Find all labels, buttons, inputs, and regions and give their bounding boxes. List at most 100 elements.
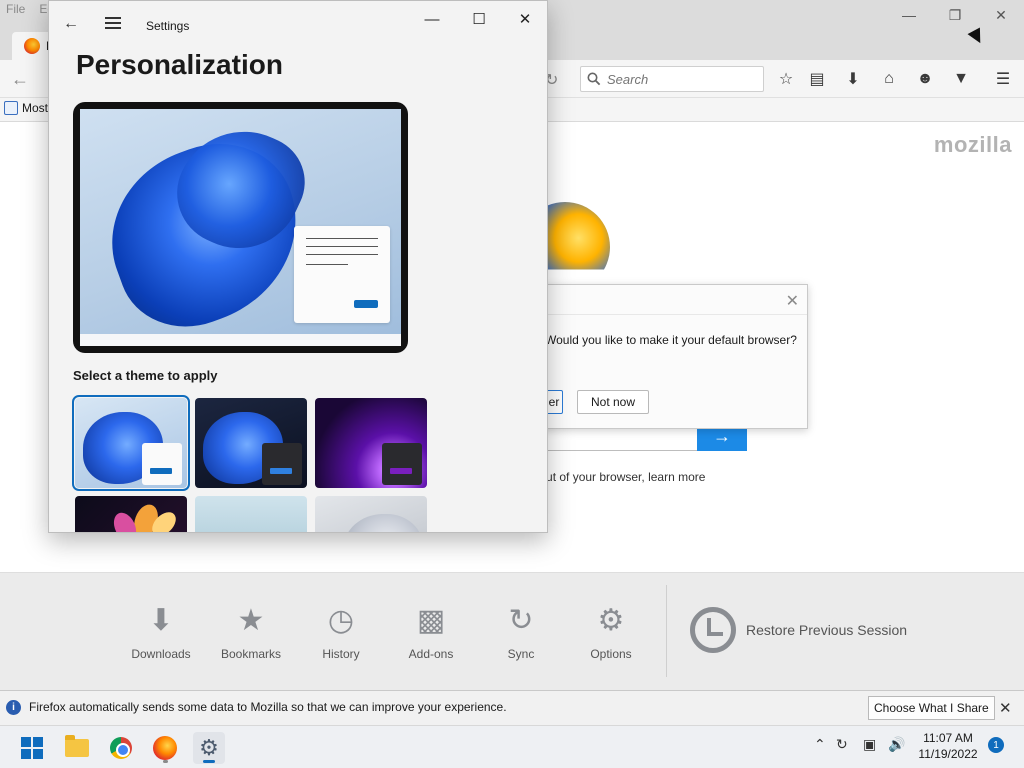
preview-wallpaper	[80, 109, 401, 346]
volume-icon[interactable]: 🔊	[888, 736, 905, 753]
restore-icon[interactable]: ❐	[932, 4, 978, 26]
firefox-menubar: File Ed	[6, 2, 54, 16]
themes-section-label: Select a theme to apply	[73, 368, 218, 383]
preview-taskbar	[80, 334, 401, 346]
close-icon[interactable]: ✕	[978, 4, 1024, 26]
puzzle-icon: ▩	[416, 604, 446, 637]
folder-icon	[65, 735, 89, 757]
preview-line	[306, 246, 378, 247]
infobar-message: Firefox automatically sends some data to…	[29, 700, 507, 714]
window-title: Settings	[146, 19, 190, 33]
theme-glow[interactable]	[315, 398, 427, 488]
launcher-options[interactable]: ⚙ Options	[571, 603, 651, 661]
reading-list-icon[interactable]: ▤	[805, 68, 829, 90]
pocket-icon[interactable]: ▼	[949, 68, 973, 90]
default-browser-dialog: ✕ Would you like to make it your default…	[520, 284, 808, 429]
windows-taskbar: ⚙ ⌃ ↻ ▣ 🔊 11:07 AM 11/19/2022 1	[0, 725, 1024, 768]
gear-icon: ⚙	[199, 735, 219, 760]
theme-flow[interactable]	[315, 496, 427, 532]
minimize-icon[interactable]: —	[415, 9, 449, 29]
home-icon[interactable]: ⌂	[877, 68, 901, 90]
preview-line	[306, 238, 378, 239]
clock-icon: ◷	[327, 604, 355, 637]
close-icon[interactable]: ✕	[786, 291, 799, 311]
running-indicator	[163, 760, 168, 763]
back-arrow-icon[interactable]: ←	[63, 15, 79, 33]
start-button[interactable]	[16, 732, 48, 764]
restore-session-button[interactable]: Restore Previous Session	[690, 607, 907, 653]
theme-accent-sample	[390, 468, 412, 474]
search-icon	[587, 72, 601, 86]
launcher-label: Bookmarks	[220, 647, 282, 661]
launcher-label: Add-ons	[408, 647, 454, 661]
launcher-label: Options	[590, 647, 632, 661]
search-input[interactable]	[607, 71, 757, 87]
update-icon[interactable]: ↻	[836, 736, 848, 753]
launcher-addons[interactable]: ▩ Add-ons	[391, 603, 471, 661]
bookmark-folder-icon	[4, 101, 18, 115]
hamburger-menu-icon[interactable]: ☰	[991, 68, 1015, 90]
download-icon: ⬇	[148, 604, 174, 637]
firefox-tab-icon	[24, 38, 40, 54]
network-icon[interactable]: ▣	[863, 736, 876, 753]
minimize-icon[interactable]: —	[886, 4, 932, 26]
dialog-message: Would you like to make it your default b…	[545, 333, 797, 347]
theme-accent-sample	[270, 468, 292, 474]
menu-file[interactable]: File	[6, 2, 25, 16]
preview-line	[306, 264, 348, 265]
theme-dark-bloom[interactable]	[195, 398, 307, 488]
launcher-history[interactable]: ◷ History	[301, 603, 381, 661]
hamburger-menu-icon[interactable]	[105, 17, 121, 29]
star-icon: ★	[237, 604, 265, 637]
active-indicator	[203, 760, 215, 763]
launcher-label: Downloads	[131, 647, 191, 661]
close-icon[interactable]: ✕	[999, 699, 1012, 717]
info-icon: i	[6, 700, 21, 715]
bookmark-star-icon[interactable]: ☆	[774, 68, 798, 90]
search-box[interactable]	[580, 66, 764, 92]
file-explorer-button[interactable]	[61, 732, 93, 764]
clock-date: 11/19/2022	[918, 747, 978, 761]
restore-session-label: Restore Previous Session	[746, 622, 908, 638]
bookmark-most-visited[interactable]: Most	[4, 101, 48, 115]
back-arrow-icon[interactable]: ←	[8, 68, 32, 90]
theme-thumbnail	[343, 514, 423, 532]
theme-captured-motion[interactable]	[75, 496, 187, 532]
launcher-label: Sync	[507, 647, 535, 661]
launcher-downloads[interactable]: ⬇ Downloads	[121, 603, 201, 661]
notification-badge[interactable]: 1	[988, 737, 1004, 753]
windows-logo-icon	[21, 737, 43, 759]
system-clock[interactable]: 11:07 AM 11/19/2022	[916, 730, 980, 762]
clock-time: 11:07 AM	[923, 731, 973, 745]
close-icon[interactable]: ✕	[508, 9, 542, 29]
settings-taskbar-button[interactable]: ⚙	[193, 732, 225, 764]
firefox-icon	[153, 736, 177, 760]
mozilla-logo: mozilla	[933, 132, 1012, 157]
chrome-button[interactable]	[105, 732, 137, 764]
dialog-header: ✕	[521, 285, 807, 315]
launcher-divider	[666, 585, 667, 677]
telemetry-infobar: i Firefox automatically sends some data …	[0, 690, 1024, 725]
theme-preview	[73, 102, 408, 353]
download-icon[interactable]: ⬇	[841, 68, 865, 90]
chevron-up-icon[interactable]: ⌃	[814, 736, 826, 753]
preview-window	[294, 226, 390, 323]
preview-accent-button	[354, 300, 378, 308]
smiley-icon[interactable]: ☻	[913, 68, 937, 90]
not-now-button[interactable]: Not now	[577, 390, 649, 414]
theme-sunrise[interactable]	[195, 496, 307, 532]
restore-session-icon	[690, 607, 736, 653]
launcher-label: History	[322, 647, 360, 661]
settings-window: ← Settings — ☐ ✕ Personalization Select …	[48, 0, 548, 533]
page-title: Personalization	[76, 49, 283, 80]
preview-line	[306, 254, 378, 255]
launcher-bookmarks[interactable]: ★ Bookmarks	[211, 603, 291, 661]
choose-what-i-share-button[interactable]: Choose What I Share	[868, 696, 995, 720]
firefox-taskbar-button[interactable]	[149, 732, 181, 764]
maximize-icon[interactable]: ☐	[462, 9, 496, 29]
theme-light-bloom[interactable]	[72, 395, 190, 491]
theme-window-sample	[262, 443, 302, 485]
launcher-sync[interactable]: ↻ Sync	[481, 603, 561, 661]
gear-icon: ⚙	[597, 604, 625, 637]
bookmark-label: Most	[22, 101, 49, 115]
